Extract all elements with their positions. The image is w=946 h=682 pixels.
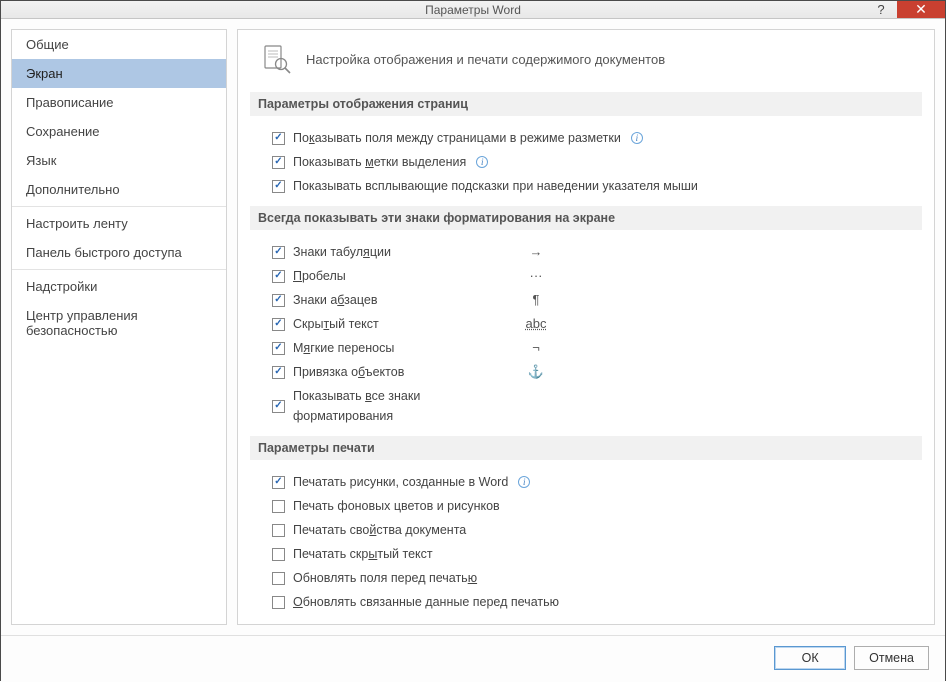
option-label[interactable]: Показывать все знаки форматирования [293,386,513,426]
format-symbol: ¬ [521,338,551,358]
option-row: Печатать свойства документа [256,518,916,542]
sidebar-item[interactable]: Язык [12,146,226,175]
option-row: Печатать рисунки, созданные в Word i [256,470,916,494]
format-symbol: → [521,242,551,262]
checkbox[interactable] [272,294,285,307]
checkbox[interactable] [272,270,285,283]
option-label[interactable]: Показывать поля между страницами в режим… [293,128,621,148]
option-label[interactable]: Обновлять поля перед печатью [293,568,477,588]
sidebar-item[interactable]: Общие [12,30,226,59]
checkbox[interactable] [272,246,285,259]
format-symbol: ⚓ [521,362,551,382]
page-preview-icon [262,44,292,74]
option-label[interactable]: Показывать метки выделения [293,152,466,172]
titlebar: Параметры Word ? ✕ [1,1,945,19]
option-label[interactable]: Мягкие переносы [293,338,513,358]
option-row: Печать фоновых цветов и рисунков [256,494,916,518]
checkbox[interactable] [272,524,285,537]
format-symbol: ··· [521,266,551,286]
section-page-display-title: Параметры отображения страниц [250,92,922,116]
window-title: Параметры Word [1,3,945,17]
option-label[interactable]: Показывать всплывающие подсказки при нав… [293,176,698,196]
content-header: Настройка отображения и печати содержимо… [256,44,916,74]
sidebar-item[interactable]: Настроить ленту [12,209,226,238]
option-label[interactable]: Печатать свойства документа [293,520,466,540]
ok-button[interactable]: ОК [774,646,846,670]
cancel-button[interactable]: Отмена [854,646,929,670]
content-panel: Настройка отображения и печати содержимо… [237,29,935,625]
option-label[interactable]: Привязка объектов [293,362,513,382]
option-label[interactable]: Скрытый текст [293,314,513,334]
main-area: ОбщиеЭкранПравописаниеСохранениеЯзыкДопо… [1,19,945,635]
checkbox[interactable] [272,180,285,193]
info-icon[interactable]: i [476,156,488,168]
option-row: Показывать поля между страницами в режим… [256,126,916,150]
option-label[interactable]: Пробелы [293,266,513,286]
sidebar-item[interactable]: Сохранение [12,117,226,146]
content-heading: Настройка отображения и печати содержимо… [306,52,665,67]
sidebar-item[interactable]: Надстройки [12,272,226,301]
option-row: Печатать скрытый текст [256,542,916,566]
info-icon[interactable]: i [631,132,643,144]
section-formatting-title: Всегда показывать эти знаки форматирован… [250,206,922,230]
category-sidebar: ОбщиеЭкранПравописаниеСохранениеЯзыкДопо… [11,29,227,625]
option-row: Скрытый текст abc [256,312,916,336]
format-symbol: ¶ [521,290,551,310]
option-row: Знаки абзацев ¶ [256,288,916,312]
section-formatting: Знаки табуляции → Пробелы ··· Знаки абзацев ¶… [256,240,916,428]
sidebar-item[interactable]: Экран [12,59,226,88]
option-row: Привязка объектов ⚓ [256,360,916,384]
checkbox[interactable] [272,500,285,513]
option-label[interactable]: Обновлять связанные данные перед печатью [293,592,559,612]
checkbox[interactable] [272,400,285,413]
sidebar-item[interactable]: Панель быстрого доступа [12,238,226,267]
checkbox[interactable] [272,366,285,379]
sidebar-item[interactable]: Правописание [12,88,226,117]
dialog-footer: ОК Отмена [1,635,945,682]
checkbox[interactable] [272,156,285,169]
dialog-body: ОбщиеЭкранПравописаниеСохранениеЯзыкДопо… [1,19,945,682]
section-page-display: Показывать поля между страницами в режим… [256,126,916,198]
option-row: Показывать метки выделения i [256,150,916,174]
checkbox[interactable] [272,572,285,585]
checkbox[interactable] [272,476,285,489]
option-label[interactable]: Знаки абзацев [293,290,513,310]
format-symbol: abc [521,314,551,334]
info-icon[interactable]: i [518,476,530,488]
checkbox[interactable] [272,548,285,561]
option-row: Мягкие переносы ¬ [256,336,916,360]
checkbox[interactable] [272,342,285,355]
sidebar-item[interactable]: Центр управления безопасностью [12,301,226,345]
option-label[interactable]: Знаки табуляции [293,242,513,262]
sidebar-separator [12,269,226,270]
checkbox[interactable] [272,318,285,331]
option-label[interactable]: Печатать рисунки, созданные в Word [293,472,508,492]
checkbox[interactable] [272,132,285,145]
option-label[interactable]: Печатать скрытый текст [293,544,433,564]
option-row: Знаки табуляции → [256,240,916,264]
option-row: Обновлять поля перед печатью [256,566,916,590]
dialog-window: Параметры Word ? ✕ ОбщиеЭкранПравописани… [0,0,946,681]
option-row: Пробелы ··· [256,264,916,288]
sidebar-item[interactable]: Дополнительно [12,175,226,204]
checkbox[interactable] [272,596,285,609]
section-printing-title: Параметры печати [250,436,922,460]
option-label[interactable]: Печать фоновых цветов и рисунков [293,496,500,516]
option-row: Показывать всплывающие подсказки при нав… [256,174,916,198]
option-row: Показывать все знаки форматирования [256,384,916,428]
sidebar-separator [12,206,226,207]
option-row: Обновлять связанные данные перед печатью [256,590,916,614]
section-printing: Печатать рисунки, созданные в WordiПечат… [256,470,916,614]
